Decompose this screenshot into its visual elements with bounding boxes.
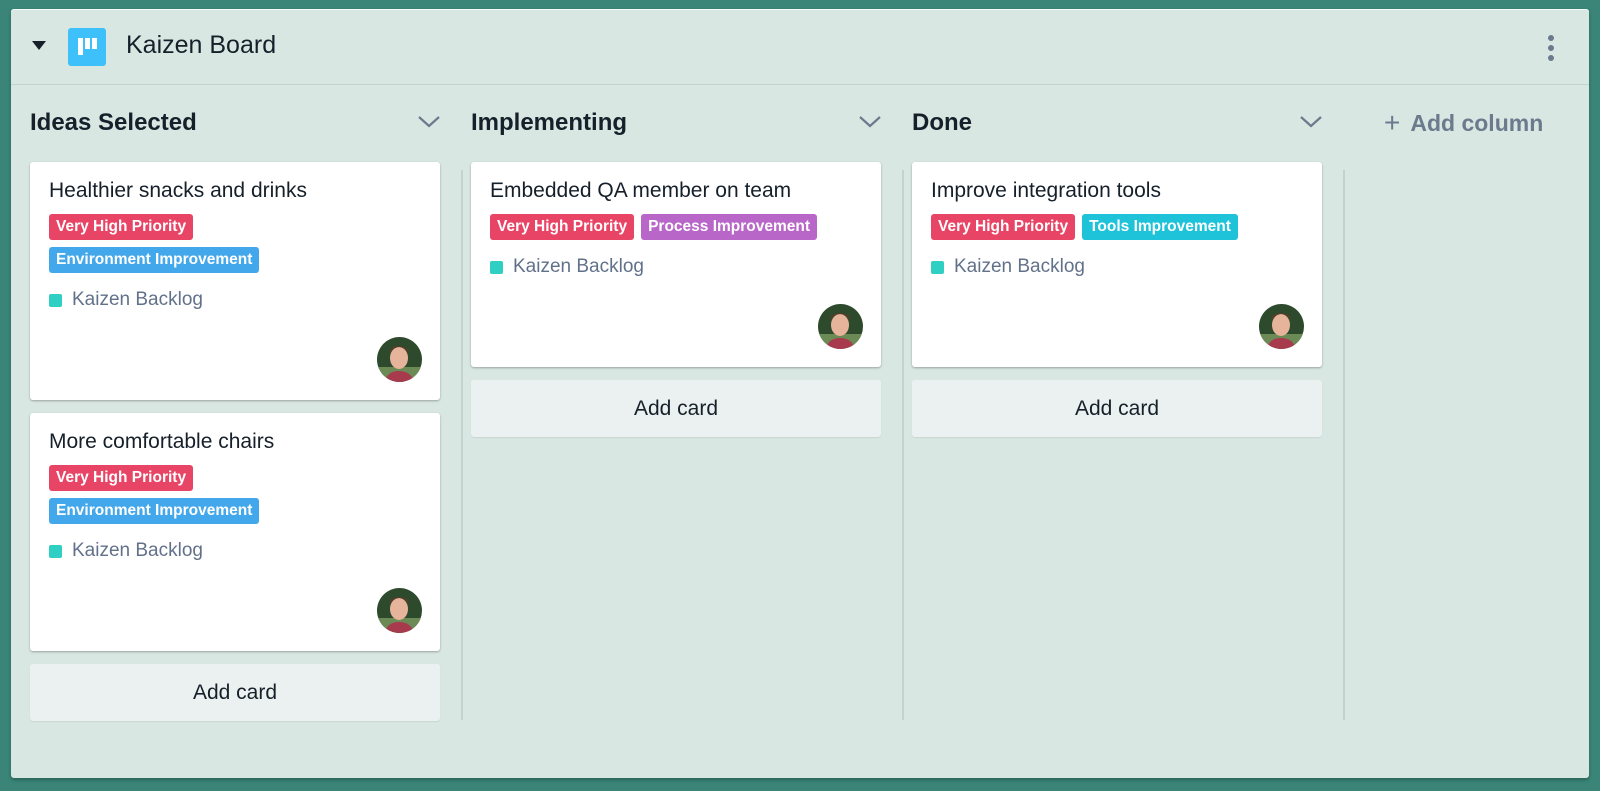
board-reference: Kaizen Backlog xyxy=(49,289,421,311)
label-very-high-priority: Very High Priority xyxy=(931,214,1076,240)
add-column-button[interactable]: + Add column xyxy=(1384,109,1543,137)
board-reference: Kaizen Backlog xyxy=(490,256,862,278)
column-header: Done xyxy=(912,86,1322,162)
card[interactable]: Improve integration tools Very High Prio… xyxy=(912,162,1322,367)
chevron-down-icon[interactable] xyxy=(416,114,442,130)
card[interactable]: More comfortable chairs Very High Priori… xyxy=(30,413,440,651)
label-tools-improvement: Tools Improvement xyxy=(1082,214,1238,240)
board-header: Kaizen Board xyxy=(11,9,1589,85)
label-very-high-priority: Very High Priority xyxy=(49,214,194,240)
board-reference-name: Kaizen Backlog xyxy=(954,256,1085,277)
caret-down-icon[interactable] xyxy=(32,41,46,50)
backlog-color-square-icon xyxy=(49,544,62,558)
kaizen-board: Kaizen Board Ideas Selected Healthier sn… xyxy=(11,9,1589,778)
plus-icon: + xyxy=(1384,107,1401,138)
board-reference: Kaizen Backlog xyxy=(931,256,1303,278)
card-title: More comfortable chairs xyxy=(49,430,275,453)
avatar[interactable] xyxy=(1259,304,1304,349)
board-kanban-icon xyxy=(68,28,106,66)
add-card-button[interactable]: Add card xyxy=(30,664,440,721)
card-title: Improve integration tools xyxy=(931,179,1161,202)
board-title: Kaizen Board xyxy=(126,31,277,59)
columns-container: Ideas Selected Healthier snacks and drin… xyxy=(11,86,1589,778)
add-column-label: Add column xyxy=(1410,109,1544,136)
board-reference-name: Kaizen Backlog xyxy=(72,540,203,561)
column-done: Done Improve integration tools Very High… xyxy=(912,86,1322,437)
column-divider xyxy=(1343,170,1345,720)
avatar[interactable] xyxy=(377,337,422,382)
label-environment-improvement: Environment Improvement xyxy=(49,247,260,273)
chevron-down-icon[interactable] xyxy=(1298,114,1324,130)
column-ideas-selected: Ideas Selected Healthier snacks and drin… xyxy=(30,86,440,721)
label-very-high-priority: Very High Priority xyxy=(490,214,635,240)
label-very-high-priority: Very High Priority xyxy=(49,465,194,491)
board-reference: Kaizen Backlog xyxy=(49,540,421,562)
avatar[interactable] xyxy=(377,588,422,633)
column-header: Ideas Selected xyxy=(30,86,440,162)
board-reference-name: Kaizen Backlog xyxy=(513,256,644,277)
card[interactable]: Embedded QA member on team Very High Pri… xyxy=(471,162,881,367)
more-vertical-icon[interactable] xyxy=(1543,33,1559,63)
column-divider xyxy=(902,170,904,720)
add-card-button[interactable]: Add card xyxy=(912,380,1322,437)
card-title: Healthier snacks and drinks xyxy=(49,179,307,202)
backlog-color-square-icon xyxy=(49,293,62,307)
column-header: Implementing xyxy=(471,86,881,162)
avatar[interactable] xyxy=(818,304,863,349)
label-process-improvement: Process Improvement xyxy=(641,214,818,240)
board-reference-name: Kaizen Backlog xyxy=(72,289,203,310)
card[interactable]: Healthier snacks and drinks Very High Pr… xyxy=(30,162,440,400)
column-title: Done xyxy=(912,109,972,136)
column-title: Implementing xyxy=(471,109,628,136)
backlog-color-square-icon xyxy=(490,260,503,274)
label-environment-improvement: Environment Improvement xyxy=(49,498,260,524)
column-title: Ideas Selected xyxy=(30,109,197,136)
card-title: Embedded QA member on team xyxy=(490,179,792,202)
column-implementing: Implementing Embedded QA member on team … xyxy=(471,86,881,437)
column-divider xyxy=(461,170,463,720)
chevron-down-icon[interactable] xyxy=(857,114,883,130)
backlog-color-square-icon xyxy=(931,260,944,274)
add-card-button[interactable]: Add card xyxy=(471,380,881,437)
